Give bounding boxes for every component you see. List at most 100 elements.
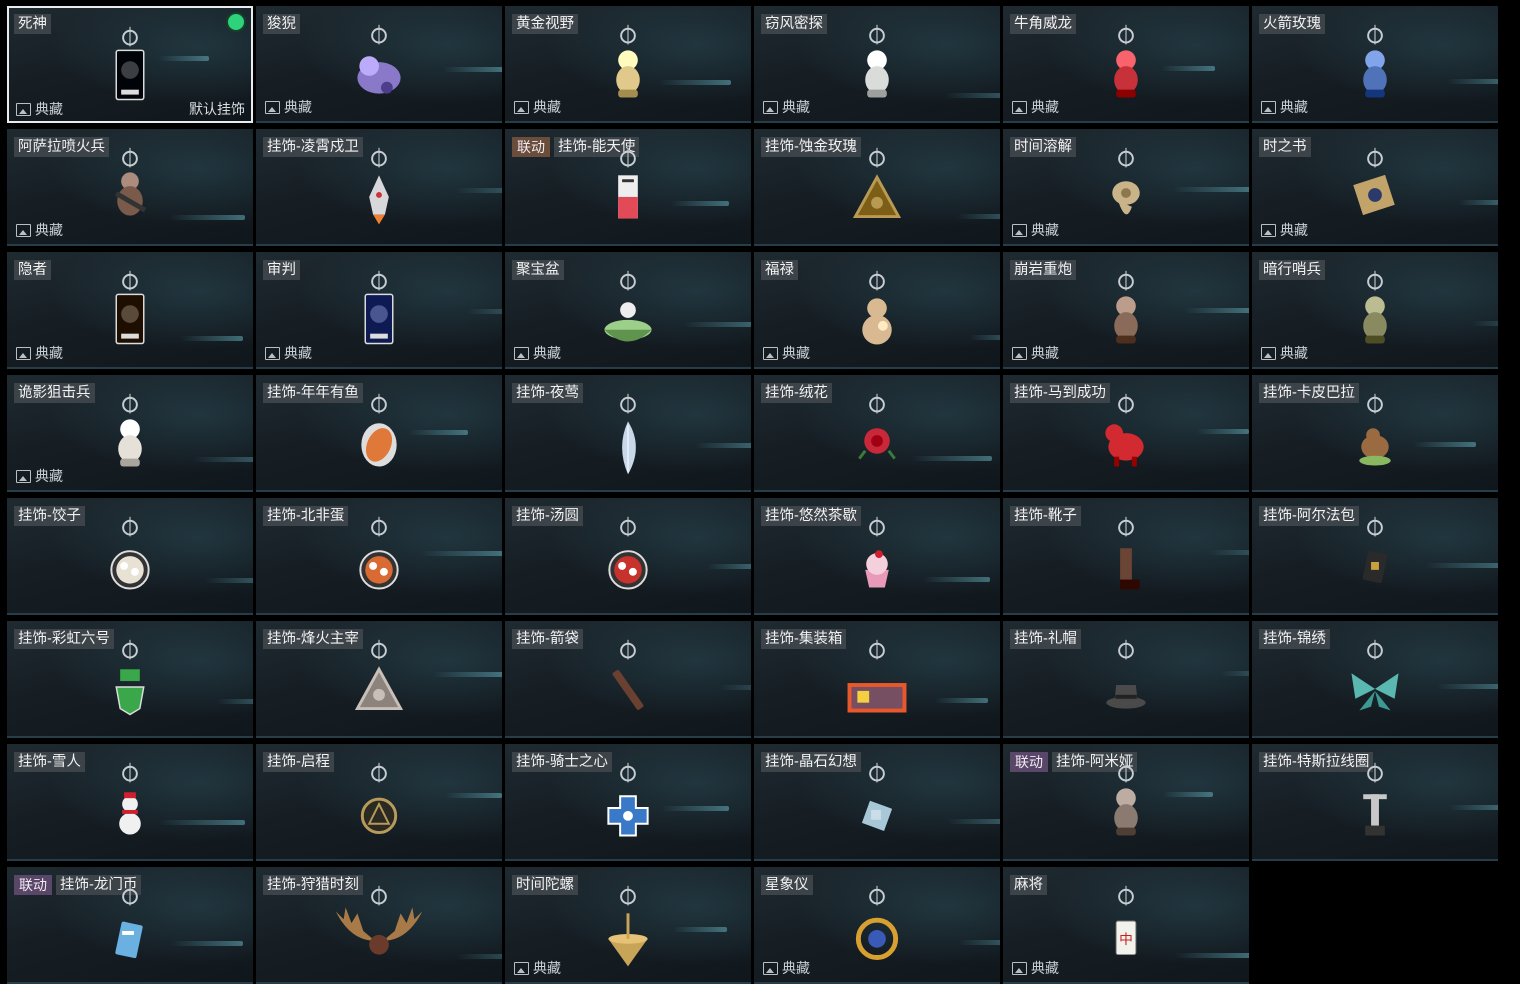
rarity-label: 典藏 — [763, 344, 810, 362]
background-streak — [1459, 200, 1498, 205]
charm-card[interactable]: 联动 挂饰-龙门币 — [7, 867, 253, 984]
charm-card[interactable]: 隐者 典藏 — [7, 252, 253, 369]
charm-card[interactable]: 崩岩重炮 典藏 — [1003, 252, 1249, 369]
charm-tags: 审判 — [263, 260, 300, 280]
charm-card[interactable]: 时间陀螺 典藏 — [505, 867, 751, 984]
background-streak — [457, 954, 502, 959]
reaper-charm-icon — [75, 24, 185, 120]
rarity-label: 典藏 — [1012, 98, 1059, 116]
charm-card[interactable]: 联动 挂饰-阿米娅 — [1003, 744, 1249, 861]
charm-card[interactable]: 黄金视野 典藏 — [505, 6, 751, 123]
charm-card[interactable]: 狻猊 典藏 — [256, 6, 502, 123]
collection-icon — [16, 223, 31, 237]
tesla-coil-charm-icon — [1320, 760, 1430, 856]
background-streak — [455, 188, 502, 193]
charm-card[interactable]: 麻将 中 典藏 — [1003, 867, 1249, 984]
horned-dragon-charm-icon — [1071, 22, 1181, 118]
charm-card[interactable]: 挂饰-特斯拉线圈 — [1252, 744, 1498, 861]
rarity-label: 典藏 — [1261, 344, 1308, 362]
charm-card[interactable]: 挂饰-礼帽 — [1003, 621, 1249, 738]
wind-spy-charm-icon — [822, 22, 932, 118]
charm-card[interactable]: 挂饰-锦绣 — [1252, 621, 1498, 738]
background-streak — [1471, 321, 1498, 326]
charm-card[interactable]: 时间溶解 典藏 — [1003, 129, 1249, 246]
charm-card[interactable]: 挂饰-晶石幻想 — [754, 744, 1000, 861]
charm-tags: 火箭玫瑰 — [1259, 14, 1325, 34]
mahjong-charm-icon: 中 — [1071, 883, 1181, 979]
rarity-text: 典藏 — [1031, 960, 1059, 976]
rarity-label: 典藏 — [763, 959, 810, 977]
shakshuka-charm-icon — [324, 514, 434, 610]
sniper-charm-icon — [75, 391, 185, 487]
spinning-top-charm-icon — [573, 883, 683, 979]
charm-card[interactable]: 挂饰-绒花 — [754, 375, 1000, 492]
charm-card[interactable]: 挂饰-夜莺 — [505, 375, 751, 492]
charm-card[interactable]: 挂饰-彩虹六号 — [7, 621, 253, 738]
charm-card[interactable]: 挂饰-年年有鱼 — [256, 375, 502, 492]
horse-charm-icon — [1071, 391, 1181, 487]
charm-card[interactable]: 审判 典藏 — [256, 252, 502, 369]
charm-card[interactable]: 阿萨拉喷火兵 典藏 — [7, 129, 253, 246]
charm-card[interactable]: 挂饰-靴子 — [1003, 498, 1249, 615]
charm-card[interactable]: 火箭玫瑰 典藏 — [1252, 6, 1498, 123]
quiver-charm-icon — [573, 637, 683, 733]
charm-tags: 时之书 — [1259, 137, 1311, 157]
background-streak — [719, 685, 751, 690]
rarity-text: 典藏 — [1031, 99, 1059, 115]
book-charm-icon — [1320, 145, 1430, 241]
charm-name: 窃风密探 — [761, 14, 827, 34]
charm-card[interactable]: 挂饰-启程 — [256, 744, 502, 861]
charm-card[interactable]: 挂饰-狩猎时刻 — [256, 867, 502, 984]
charm-card[interactable]: 挂饰-骑士之心 — [505, 744, 751, 861]
top-hat-charm-icon — [1071, 637, 1181, 733]
lungmen-coin-charm-icon — [75, 883, 185, 979]
charm-card[interactable]: 挂饰-汤圆 — [505, 498, 751, 615]
charm-card[interactable]: 挂饰-蚀金玫瑰 — [754, 129, 1000, 246]
charm-card[interactable]: 挂饰-马到成功 — [1003, 375, 1249, 492]
charm-card[interactable]: 挂饰-雪人 — [7, 744, 253, 861]
charm-name: 审判 — [263, 260, 300, 280]
charm-card[interactable]: 暗行哨兵 典藏 — [1252, 252, 1498, 369]
charm-card[interactable]: 挂饰-北非蛋 — [256, 498, 502, 615]
charm-name: 时之书 — [1259, 137, 1311, 157]
charm-tags: 隐者 — [14, 260, 51, 280]
charm-card[interactable]: 联动 挂饰-能天使 — [505, 129, 751, 246]
charm-name: 隐者 — [14, 260, 51, 280]
background-streak — [947, 819, 1000, 824]
charm-card[interactable]: 时之书 典藏 — [1252, 129, 1498, 246]
charm-card[interactable]: 挂饰-集装箱 — [754, 621, 1000, 738]
collection-icon — [16, 102, 31, 116]
melting-clock-charm-icon — [1071, 145, 1181, 241]
charm-card[interactable]: 挂饰-烽火主宰 — [256, 621, 502, 738]
charm-card[interactable]: 聚宝盆 典藏 — [505, 252, 751, 369]
charm-card[interactable]: 窃风密探 典藏 — [754, 6, 1000, 123]
charm-card[interactable]: 挂饰-阿尔法包 — [1252, 498, 1498, 615]
collection-icon — [265, 100, 280, 114]
rarity-text: 典藏 — [1031, 222, 1059, 238]
charm-card[interactable]: 福禄 典藏 — [754, 252, 1000, 369]
background-streak — [217, 699, 253, 704]
charm-card[interactable]: 诡影狙击兵 典藏 — [7, 375, 253, 492]
tangyuan-charm-icon — [573, 514, 683, 610]
charm-tags: 福禄 — [761, 260, 798, 280]
charm-card[interactable]: 挂饰-箭袋 — [505, 621, 751, 738]
charm-tags: 星象仪 — [761, 875, 813, 895]
charm-tags: 暗行哨兵 — [1259, 260, 1325, 280]
charm-card[interactable]: 死神 典藏 默认挂饰 — [7, 6, 253, 123]
charm-card[interactable]: 挂饰-卡皮巴拉 — [1252, 375, 1498, 492]
charm-card[interactable]: 挂饰-悠然茶歇 — [754, 498, 1000, 615]
rocket-charm-icon — [324, 145, 434, 241]
judgement-charm-icon — [324, 268, 434, 364]
background-streak — [957, 214, 1000, 219]
background-streak — [969, 335, 1000, 340]
charm-card[interactable]: 挂饰-凌霄戍卫 — [256, 129, 502, 246]
charm-card[interactable]: 挂饰-饺子 — [7, 498, 253, 615]
background-streak — [1173, 187, 1249, 192]
sentinel-charm-icon — [1320, 268, 1430, 364]
snowman-charm-icon — [75, 760, 185, 856]
background-streak — [445, 793, 502, 798]
charm-card[interactable]: 星象仪 典藏 — [754, 867, 1000, 984]
collection-icon — [1261, 100, 1276, 114]
rarity-text: 典藏 — [533, 99, 561, 115]
charm-card[interactable]: 牛角威龙 典藏 — [1003, 6, 1249, 123]
